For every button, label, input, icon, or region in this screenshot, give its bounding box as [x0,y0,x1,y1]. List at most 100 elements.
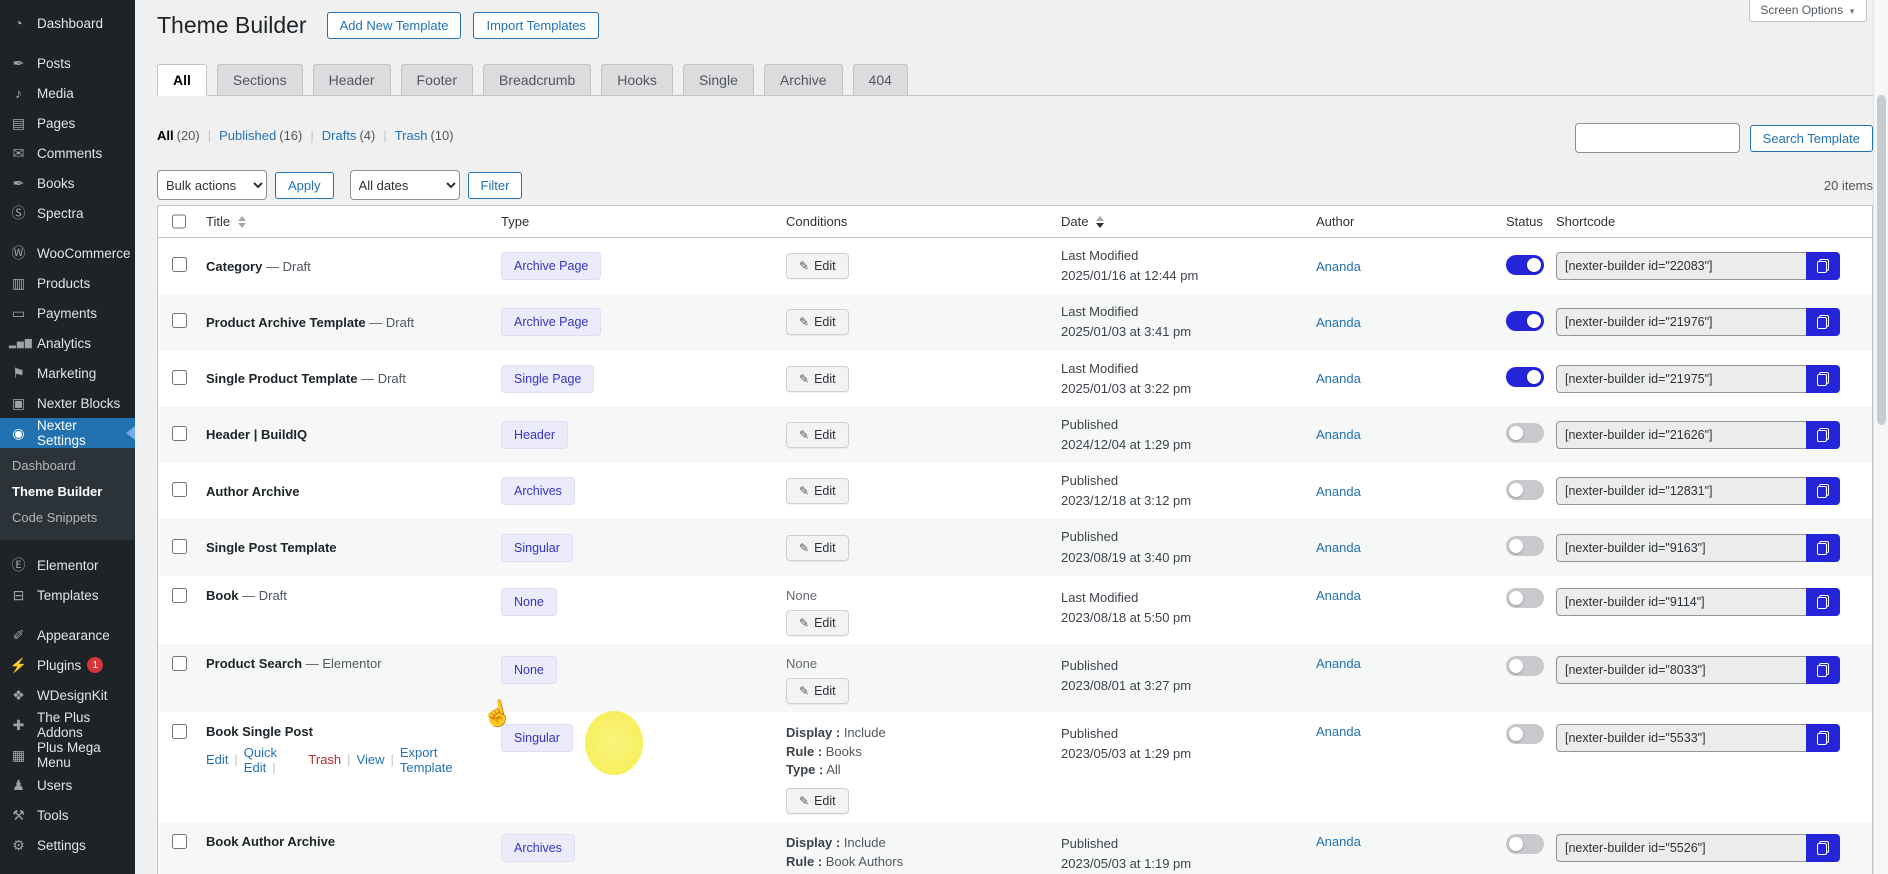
shortcode-field[interactable]: [nexter-builder id="22083"] [1556,252,1806,280]
row-action-export-template[interactable]: Export Template [400,745,481,775]
row-checkbox[interactable] [172,370,187,385]
shortcode-field[interactable]: [nexter-builder id="9114"] [1556,588,1806,616]
type-badge[interactable]: Single Page [501,365,594,393]
shortcode-field[interactable]: [nexter-builder id="21975"] [1556,365,1806,393]
tab-hooks[interactable]: Hooks [601,64,673,96]
sidebar-item-the-plus-addons[interactable]: ✚The Plus Addons [0,710,135,740]
row-action-view[interactable]: View [357,752,400,767]
status-toggle[interactable] [1506,536,1544,556]
template-title[interactable]: Author Archive [206,484,299,499]
status-toggle[interactable] [1506,834,1544,854]
type-badge[interactable]: Header [501,421,568,449]
conditions-edit-button[interactable]: ✎Edit [786,535,849,561]
shortcode-field[interactable]: [nexter-builder id="21976"] [1556,308,1806,336]
author-link[interactable]: Ananda [1316,427,1361,442]
submenu-item-theme-builder[interactable]: Theme Builder [0,479,135,505]
shortcode-field[interactable]: [nexter-builder id="21626"] [1556,421,1806,449]
template-title[interactable]: Product Archive Template [206,315,366,330]
sidebar-item-pages[interactable]: ▤Pages [0,108,135,138]
status-toggle[interactable] [1506,480,1544,500]
row-checkbox[interactable] [172,656,187,671]
import-templates-button[interactable]: Import Templates [473,12,598,39]
bulk-actions-select[interactable]: Bulk actions [157,170,267,200]
row-action-quick-edit[interactable]: Quick Edit [244,745,309,775]
status-toggle[interactable] [1506,311,1544,331]
conditions-edit-button[interactable]: ✎Edit [786,610,849,636]
conditions-edit-button[interactable]: ✎Edit [786,478,849,504]
tab-footer[interactable]: Footer [401,64,473,96]
filter-all[interactable]: All(20) [157,128,219,143]
tab-all[interactable]: All [157,64,207,96]
submenu-item-code-snippets[interactable]: Code Snippets [0,505,135,531]
type-badge[interactable]: Singular [501,724,573,752]
row-checkbox[interactable] [172,539,187,554]
template-title[interactable]: Header | BuildIQ [206,427,307,442]
conditions-edit-button[interactable]: ✎Edit [786,422,849,448]
add-new-template-button[interactable]: Add New Template [327,12,462,39]
sidebar-item-dashboard[interactable]: ◔Dashboard [0,8,135,38]
type-badge[interactable]: Archive Page [501,308,601,336]
copy-shortcode-button[interactable] [1806,365,1840,393]
template-title[interactable]: Category [206,259,262,274]
status-toggle[interactable] [1506,255,1544,275]
author-link[interactable]: Ananda [1316,540,1361,555]
search-template-button[interactable]: Search Template [1750,125,1873,152]
sidebar-item-marketing[interactable]: ⚑Marketing [0,358,135,388]
shortcode-field[interactable]: [nexter-builder id="8033"] [1556,656,1806,684]
copy-shortcode-button[interactable] [1806,588,1840,616]
tab-archive[interactable]: Archive [764,64,843,96]
row-checkbox[interactable] [172,482,187,497]
template-title[interactable]: Product Search [206,656,302,671]
tab-breadcrumb[interactable]: Breadcrumb [483,64,591,96]
template-title[interactable]: Single Post Template [206,540,337,555]
type-badge[interactable]: Archive Page [501,252,601,280]
sidebar-item-analytics[interactable]: ▂▅▇Analytics [0,328,135,358]
status-toggle[interactable] [1506,724,1544,744]
shortcode-field[interactable]: [nexter-builder id="9163"] [1556,534,1806,562]
sidebar-item-books[interactable]: ✒Books [0,168,135,198]
search-input[interactable] [1575,123,1740,153]
author-link[interactable]: Ananda [1316,834,1361,849]
template-title[interactable]: Book Single Post [206,724,313,739]
shortcode-field[interactable]: [nexter-builder id="5533"] [1556,724,1806,752]
apply-button[interactable]: Apply [275,172,334,199]
shortcode-field[interactable]: [nexter-builder id="12831"] [1556,477,1806,505]
filter-drafts[interactable]: Drafts(4) [322,128,395,143]
conditions-edit-button[interactable]: ✎Edit [786,366,849,392]
sidebar-item-settings[interactable]: ⚙Settings [0,830,135,860]
author-link[interactable]: Ananda [1316,259,1361,274]
sidebar-item-payments[interactable]: ▭Payments [0,298,135,328]
author-link[interactable]: Ananda [1316,484,1361,499]
submenu-item-dashboard[interactable]: Dashboard [0,453,135,479]
column-header-date[interactable]: Date [1051,206,1306,237]
vertical-scrollbar[interactable] [1873,0,1888,874]
status-toggle[interactable] [1506,367,1544,387]
conditions-edit-button[interactable]: ✎Edit [786,678,849,704]
author-link[interactable]: Ananda [1316,315,1361,330]
template-title[interactable]: Book Author Archive [206,834,335,849]
sidebar-item-nexter-settings[interactable]: ◉Nexter Settings [0,418,135,448]
tab-single[interactable]: Single [683,64,754,96]
type-badge[interactable]: Archives [501,477,575,505]
row-checkbox[interactable] [172,588,187,603]
sidebar-item-users[interactable]: ♟Users [0,770,135,800]
sidebar-item-tools[interactable]: ⚒Tools [0,800,135,830]
conditions-edit-button[interactable]: ✎Edit [786,253,849,279]
type-badge[interactable]: None [501,588,557,616]
sidebar-item-spectra[interactable]: ⓈSpectra [0,198,135,228]
sidebar-item-woocommerce[interactable]: ⓌWooCommerce [0,238,135,268]
sidebar-item-plus-mega-menu[interactable]: ▦Plus Mega Menu [0,740,135,770]
row-checkbox[interactable] [172,834,187,849]
template-title[interactable]: Book [206,588,239,603]
column-header-title[interactable]: Title [196,206,491,237]
sidebar-item-nexter-blocks[interactable]: ▣Nexter Blocks [0,388,135,418]
status-toggle[interactable] [1506,423,1544,443]
author-link[interactable]: Ananda [1316,371,1361,386]
date-filter-select[interactable]: All dates [350,170,460,200]
status-toggle[interactable] [1506,588,1544,608]
sidebar-item-media[interactable]: ♪Media [0,78,135,108]
row-action-trash[interactable]: Trash [308,752,356,767]
author-link[interactable]: Ananda [1316,588,1361,603]
sidebar-item-comments[interactable]: ✉Comments [0,138,135,168]
type-badge[interactable]: Singular [501,534,573,562]
